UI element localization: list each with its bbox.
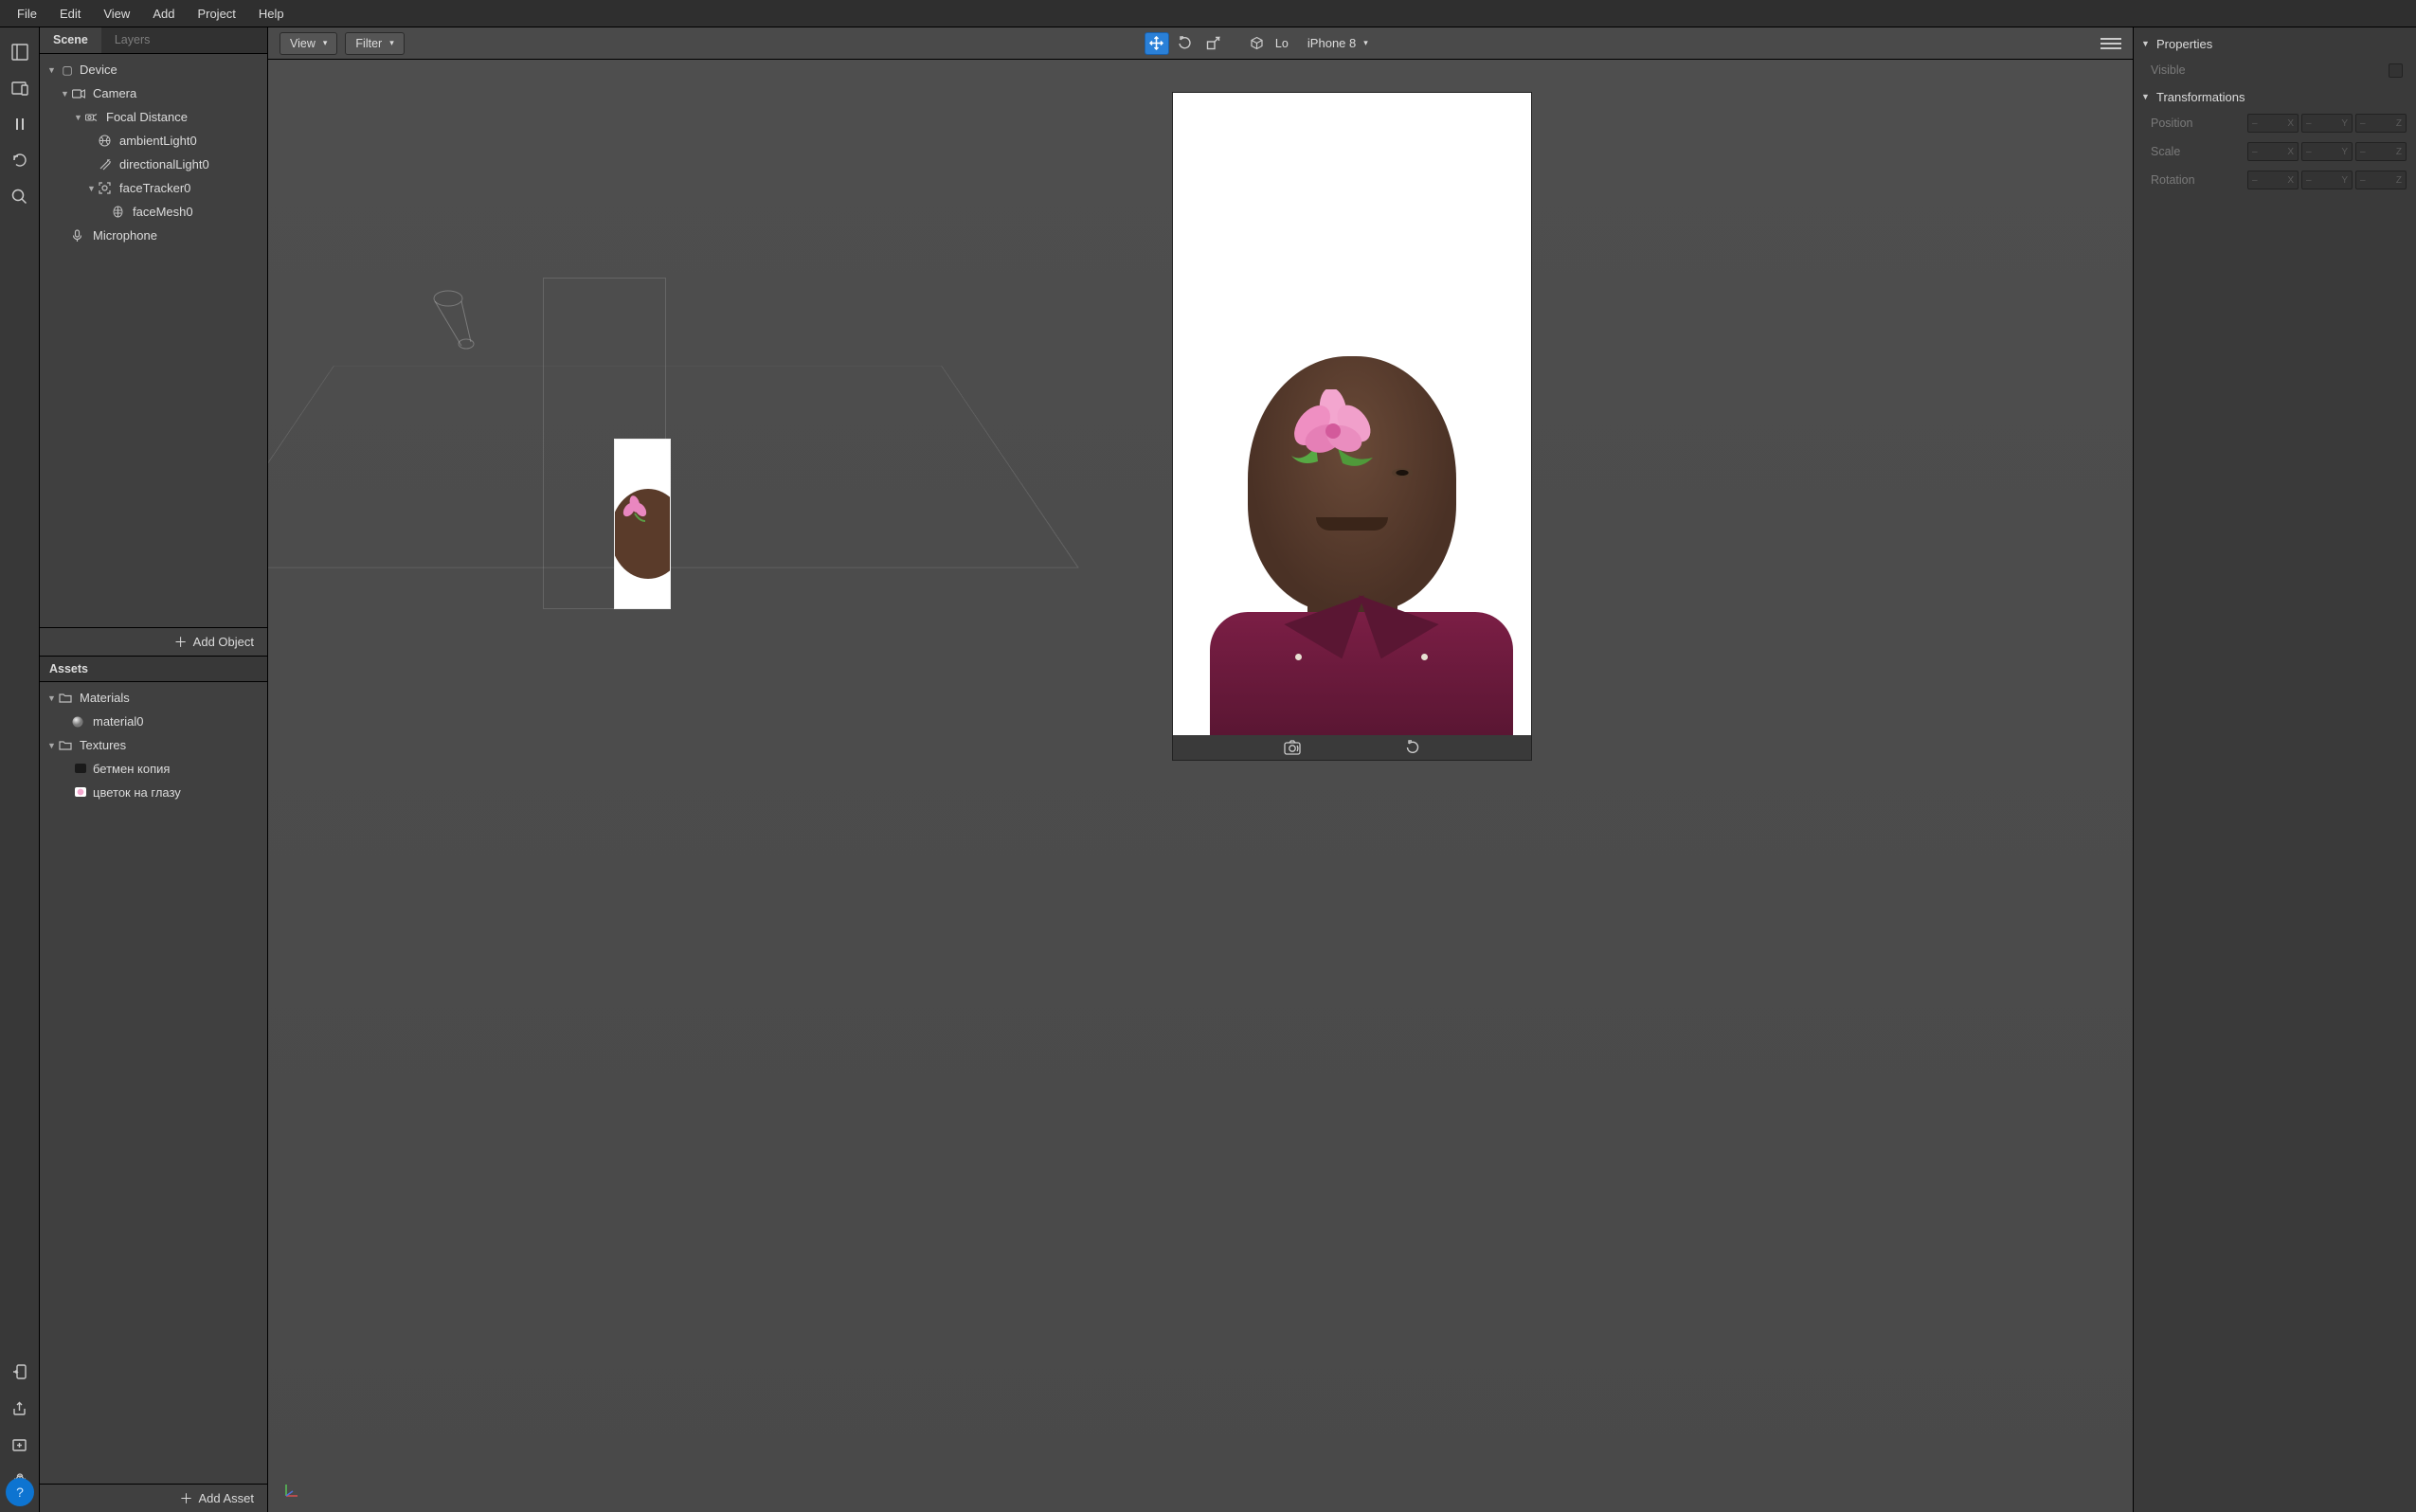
preview-canvas bbox=[1173, 93, 1531, 735]
tree-directional[interactable]: directionalLight0 bbox=[40, 153, 267, 176]
asset-tex2[interactable]: цветок на глазу bbox=[40, 781, 267, 804]
axis-gizmo-icon bbox=[283, 1482, 300, 1499]
menubar: File Edit View Add Project Help bbox=[0, 0, 2416, 27]
ambientlight-icon bbox=[99, 135, 116, 147]
tree-device[interactable]: ▼▢Device bbox=[40, 58, 267, 81]
prop-position: Position –X –Y –Z bbox=[2134, 109, 2416, 137]
asset-materials[interactable]: ▼Materials bbox=[40, 686, 267, 710]
rotation-x[interactable]: –X bbox=[2247, 171, 2299, 189]
rotate-tool-icon[interactable] bbox=[1173, 32, 1198, 55]
plus-icon: ＋ bbox=[179, 1489, 192, 1508]
tree-focal[interactable]: ▼Focal Distance bbox=[40, 105, 267, 129]
scale-y[interactable]: –Y bbox=[2301, 142, 2353, 161]
tree-facemesh[interactable]: faceMesh0 bbox=[40, 200, 267, 224]
add-package-icon[interactable] bbox=[9, 1432, 31, 1455]
asset-textures[interactable]: ▼Textures bbox=[40, 733, 267, 757]
phone-icon: ▢ bbox=[59, 63, 76, 77]
capture-icon[interactable] bbox=[1284, 740, 1301, 755]
filter-dropdown[interactable]: Filter▾ bbox=[345, 32, 404, 55]
center-panel: View▾ Filter▾ Lo iPhone 8▾ bbox=[268, 27, 2133, 1512]
tree-camera[interactable]: ▼Camera bbox=[40, 81, 267, 105]
viewport-3d[interactable] bbox=[268, 60, 2133, 1512]
scale-z[interactable]: –Z bbox=[2355, 142, 2407, 161]
device-icon[interactable] bbox=[9, 77, 31, 99]
tree-microphone[interactable]: Microphone bbox=[40, 224, 267, 247]
scene-tree: ▼▢Device ▼Camera ▼Focal Distance ambient… bbox=[40, 54, 267, 627]
chevron-down-icon: ▾ bbox=[1363, 38, 1368, 48]
preview-bottom-bar bbox=[1173, 735, 1531, 760]
facemesh-icon bbox=[112, 206, 129, 218]
tab-scene[interactable]: Scene bbox=[40, 27, 101, 53]
refresh-icon[interactable] bbox=[9, 149, 31, 171]
cube-icon[interactable] bbox=[1245, 32, 1270, 55]
tree-facetracker[interactable]: ▼faceTracker0 bbox=[40, 176, 267, 200]
position-y[interactable]: –Y bbox=[2301, 114, 2353, 133]
move-tool-icon[interactable] bbox=[1145, 32, 1169, 55]
search-icon[interactable] bbox=[9, 185, 31, 207]
menu-view[interactable]: View bbox=[92, 7, 141, 21]
section-properties[interactable]: ▼Properties bbox=[2134, 31, 2416, 56]
prop-visible: Visible bbox=[2134, 56, 2416, 84]
scale-x[interactable]: –X bbox=[2247, 142, 2299, 161]
folder-icon bbox=[59, 740, 76, 750]
chevron-down-icon: ▾ bbox=[389, 38, 394, 48]
view-dropdown[interactable]: View▾ bbox=[279, 32, 337, 55]
focal-icon bbox=[85, 113, 102, 122]
pause-icon[interactable] bbox=[9, 113, 31, 135]
left-toolbar bbox=[0, 27, 40, 1512]
assets-header: Assets bbox=[40, 656, 267, 682]
left-panel: Scene Layers ▼▢Device ▼Camera ▼Focal Dis… bbox=[40, 27, 268, 1512]
directionallight-icon bbox=[99, 158, 116, 171]
local-label: Lo bbox=[1275, 37, 1292, 50]
device-preview bbox=[1172, 92, 1532, 761]
flower-overlay bbox=[1286, 389, 1380, 475]
menu-file[interactable]: File bbox=[6, 7, 48, 21]
microphone-icon bbox=[72, 229, 89, 243]
menu-project[interactable]: Project bbox=[186, 7, 246, 21]
plus-icon: ＋ bbox=[174, 633, 188, 652]
viewport-toolbar: View▾ Filter▾ Lo iPhone 8▾ bbox=[268, 27, 2133, 60]
inspector-panel: ▼Properties Visible ▼Transformations Pos… bbox=[2133, 27, 2416, 1512]
position-x[interactable]: –X bbox=[2247, 114, 2299, 133]
folder-icon bbox=[59, 693, 76, 703]
visible-checkbox[interactable] bbox=[2389, 63, 2403, 78]
send-to-phone-icon[interactable] bbox=[9, 1360, 31, 1383]
prop-rotation: Rotation –X –Y –Z bbox=[2134, 166, 2416, 194]
prop-scale: Scale –X –Y –Z bbox=[2134, 137, 2416, 166]
menu-edit[interactable]: Edit bbox=[48, 7, 92, 21]
viewport-menu-icon[interactable] bbox=[2100, 38, 2121, 49]
rotation-z[interactable]: –Z bbox=[2355, 171, 2407, 189]
rotation-y[interactable]: –Y bbox=[2301, 171, 2353, 189]
add-object-button[interactable]: ＋Add Object bbox=[40, 627, 267, 656]
facetracker-icon bbox=[99, 182, 116, 194]
scale-tool-icon[interactable] bbox=[1201, 32, 1226, 55]
add-asset-button[interactable]: ＋Add Asset bbox=[40, 1484, 267, 1512]
section-transformations[interactable]: ▼Transformations bbox=[2134, 84, 2416, 109]
texture-thumb-flower bbox=[72, 786, 89, 800]
asset-tex1[interactable]: бетмен копия bbox=[40, 757, 267, 781]
layout-icon[interactable] bbox=[9, 41, 31, 63]
help-bubble-icon[interactable]: ? bbox=[6, 1478, 34, 1506]
viewport-thumbnail bbox=[614, 439, 671, 609]
reset-icon[interactable] bbox=[1405, 740, 1420, 755]
texture-thumb-dark bbox=[72, 763, 89, 776]
chevron-down-icon: ▾ bbox=[323, 38, 328, 48]
preview-device-select[interactable]: iPhone 8▾ bbox=[1307, 36, 1368, 50]
menu-add[interactable]: Add bbox=[141, 7, 186, 21]
tab-layers[interactable]: Layers bbox=[101, 27, 267, 53]
assets-tree: ▼Materials material0 ▼Textures бетмен ко… bbox=[40, 682, 267, 1484]
position-z[interactable]: –Z bbox=[2355, 114, 2407, 133]
tree-ambient[interactable]: ambientLight0 bbox=[40, 129, 267, 153]
material-icon bbox=[72, 716, 89, 728]
share-icon[interactable] bbox=[9, 1396, 31, 1419]
asset-material0[interactable]: material0 bbox=[40, 710, 267, 733]
menu-help[interactable]: Help bbox=[247, 7, 296, 21]
camera-icon bbox=[72, 89, 89, 99]
